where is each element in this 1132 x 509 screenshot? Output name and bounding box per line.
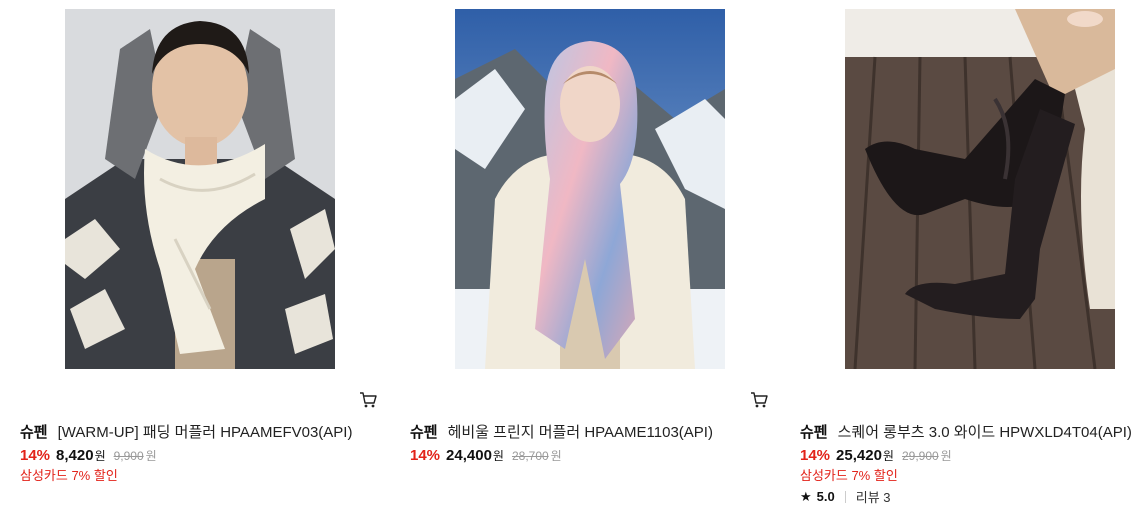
discount-percent: 14% [800, 447, 831, 464]
product-brand: 슈펜 [410, 424, 438, 441]
product-title[interactable]: 슈펜 [WARM-UP] 패딩 머플러 HPAAMEFV03(API) [20, 424, 352, 442]
review-count-link[interactable]: 리뷰 3 [856, 487, 891, 506]
cart-icon [360, 392, 377, 408]
rating-score: 5.0 [816, 489, 835, 504]
original-price: 29,900 [901, 449, 939, 463]
price-unit: 원 [882, 449, 894, 463]
star-icon: ★ [800, 488, 812, 504]
card-discount-text: 삼성카드 7% 할인 [20, 468, 118, 483]
product-name: 스퀘어 롱부츠 3.0 와이드 HPWXLD4T04(API) [837, 424, 1132, 441]
price-row: 14% 25,420원 29,900 원 [800, 446, 952, 466]
original-price-unit: 원 [940, 449, 952, 463]
product-photo-padded-muffler-icon [65, 9, 335, 369]
card-discount-text: 삼성카드 7% 할인 [800, 468, 898, 483]
product-card[interactable]: 슈펜 스퀘어 롱부츠 3.0 와이드 HPWXLD4T04(API) 14% 25,… [800, 0, 1132, 509]
add-to-cart-button[interactable] [750, 391, 768, 409]
original-price: 28,700 [511, 449, 549, 463]
price-unit: 원 [492, 449, 504, 463]
original-price-unit: 원 [145, 449, 157, 463]
sale-price: 8,420 [56, 447, 94, 464]
product-name: 헤비울 프린지 머플러 HPAAME1103(API) [447, 424, 713, 441]
product-brand: 슈펜 [800, 424, 828, 441]
product-image[interactable] [845, 9, 1115, 369]
discount-percent: 14% [410, 447, 441, 464]
product-image[interactable] [65, 9, 335, 369]
product-title[interactable]: 슈펜 헤비울 프린지 머플러 HPAAME1103(API) [410, 424, 713, 442]
product-image[interactable] [455, 9, 725, 369]
add-to-cart-button[interactable] [359, 391, 377, 409]
price-row: 14% 24,400원 28,700 원 [410, 446, 562, 466]
sale-price: 24,400 [446, 447, 492, 464]
product-photo-long-boots-icon [845, 9, 1115, 369]
price-unit: 원 [94, 449, 106, 463]
rating-row: ★ 5.0 리뷰 3 [800, 487, 891, 506]
product-name: [WARM-UP] 패딩 머플러 HPAAMEFV03(API) [57, 424, 353, 441]
price-row: 14% 8,420원 9,900 원 [20, 446, 157, 466]
product-card[interactable]: 슈펜 [WARM-UP] 패딩 머플러 HPAAMEFV03(API) 14% 8,… [20, 0, 400, 509]
sale-price: 25,420 [836, 447, 882, 464]
divider [844, 490, 846, 503]
original-price-unit: 원 [550, 449, 562, 463]
product-title[interactable]: 슈펜 스퀘어 롱부츠 3.0 와이드 HPWXLD4T04(API) [800, 424, 1132, 442]
product-photo-fringe-muffler-icon [455, 9, 725, 369]
discount-percent: 14% [20, 447, 51, 464]
product-brand: 슈펜 [20, 424, 48, 441]
product-card[interactable]: 슈펜 헤비울 프린지 머플러 HPAAME1103(API) 14% 24,400원… [410, 0, 790, 509]
cart-icon [751, 392, 768, 408]
original-price: 9,900 [113, 449, 144, 463]
